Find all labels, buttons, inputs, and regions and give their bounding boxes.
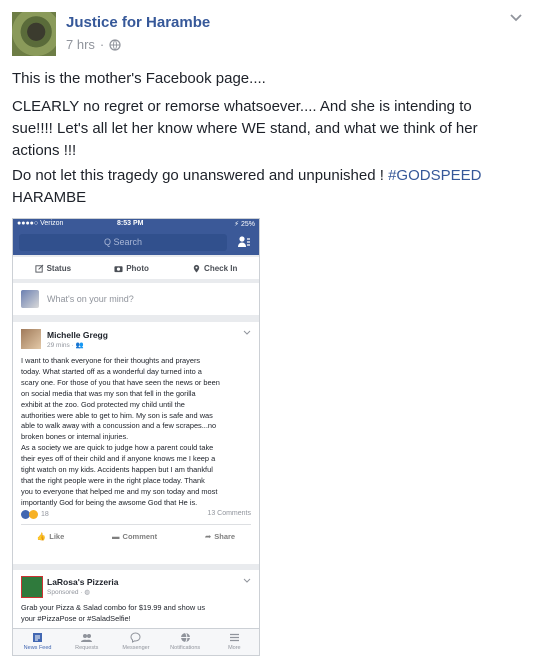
composer-placeholder: What's on your mind?	[47, 294, 134, 304]
advertiser-logo	[21, 576, 43, 598]
like-action: 👍 Like	[36, 532, 65, 541]
post-meta: 7 hrs ·	[66, 37, 121, 52]
camera-icon	[114, 265, 123, 272]
messenger-icon	[130, 632, 141, 643]
post-text-paragraph-1: This is the mother's Facebook page....	[12, 70, 266, 87]
paragraph-3-tail: HARAMBE	[12, 189, 87, 206]
location-pin-icon	[193, 264, 200, 273]
friends-icon: 👥	[75, 342, 84, 349]
globe-icon	[180, 632, 190, 643]
sponsored-ad-card: LaRosa's Pizzeria Sponsored · ◍ Grab you…	[13, 570, 259, 634]
fb-top-bar: Q Search	[13, 230, 259, 255]
reaction-summary: 18	[21, 510, 49, 519]
chevron-down-icon	[243, 578, 251, 583]
tab-notifications: Notifications	[163, 629, 207, 655]
search-bar: Q Search	[19, 234, 227, 251]
share-action: ➦ Share	[204, 532, 236, 541]
chevron-down-icon	[243, 330, 251, 335]
post-actions: 👍 Like ▬ Comment ➦ Share	[13, 532, 259, 541]
tab-messenger: Messenger	[114, 629, 158, 655]
share-icon: ➦	[204, 532, 212, 541]
carrier-text: ●●●●○ Verizon	[17, 220, 64, 227]
bottom-tab-bar: News Feed Requests Messenger Notificatio…	[13, 628, 259, 655]
chevron-down-icon[interactable]	[508, 12, 524, 24]
post-text-paragraph-2: CLEARLY no regret or remorse whatsoever.…	[12, 98, 478, 159]
battery-text: ⚡ 25%	[234, 221, 255, 228]
comment-icon: ▬	[112, 532, 120, 541]
paragraph-3-text: Do not let this tragedy go unanswered an…	[12, 167, 389, 184]
ios-status-bar: ●●●●○ Verizon 8:53 PM ⚡ 25%	[13, 219, 259, 230]
comments-count: 13 Comments	[207, 510, 251, 517]
ad-body: Grab your Pizza & Salad combo for $19.99…	[21, 603, 206, 623]
thumbs-up-icon: 👍	[36, 532, 47, 541]
comment-action: ▬ Comment	[112, 532, 158, 541]
hashtag-link[interactable]: #GODSPEED	[388, 167, 481, 184]
friend-requests-icon	[81, 634, 93, 642]
page-name-link[interactable]: Justice for Harambe	[66, 14, 210, 31]
sad-reaction-icon	[29, 510, 38, 519]
post-timestamp[interactable]: 7 hrs	[66, 37, 95, 52]
advertiser-name: LaRosa's Pizzeria	[47, 577, 119, 587]
author-name: Michelle Gregg	[47, 330, 108, 340]
composer-avatar	[21, 290, 39, 308]
news-feed-icon	[33, 633, 43, 642]
sponsored-label: Sponsored · ◍	[47, 589, 90, 596]
mother-post-card: Michelle Gregg 29 mins · 👥 I want to tha…	[13, 322, 259, 564]
globe-icon	[109, 38, 121, 51]
composer-actions: Status Photo Check In	[13, 257, 259, 279]
mother-post-body: I want to thank everyone for their thoug…	[21, 356, 220, 507]
checkin-action: Check In	[192, 264, 237, 273]
facebook-post: Justice for Harambe 7 hrs · This is the …	[0, 0, 534, 664]
post-time: 29 mins · 👥	[47, 342, 84, 349]
divider	[21, 524, 251, 525]
edit-icon	[35, 264, 43, 273]
menu-icon	[229, 633, 239, 642]
post-text-paragraph-3: Do not let this tragedy go unanswered an…	[12, 165, 512, 209]
friends-list-icon	[238, 236, 250, 247]
clock-text: 8:53 PM	[117, 220, 144, 227]
tab-requests: Requests	[65, 629, 109, 655]
page-avatar[interactable]	[12, 12, 56, 56]
status-action: Status	[35, 264, 71, 273]
author-avatar	[21, 329, 41, 349]
tab-more: More	[212, 629, 256, 655]
photo-action: Photo	[114, 264, 149, 273]
attached-screenshot-image[interactable]: ●●●●○ Verizon 8:53 PM ⚡ 25% Q Search Sta…	[12, 218, 260, 656]
globe-icon: ◍	[84, 589, 90, 596]
tab-news-feed: News Feed	[16, 629, 60, 655]
composer: What's on your mind?	[13, 283, 259, 315]
